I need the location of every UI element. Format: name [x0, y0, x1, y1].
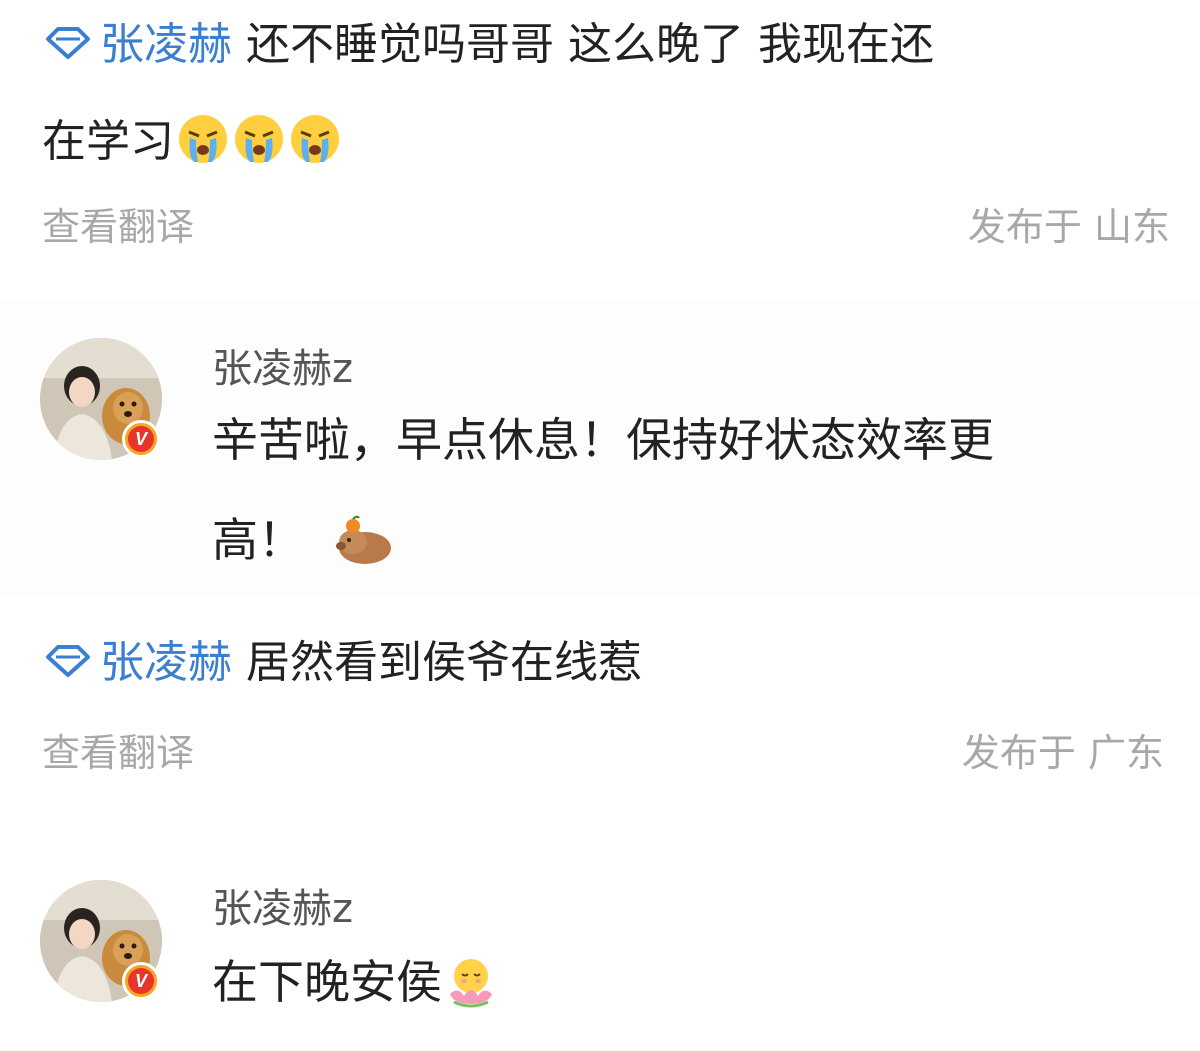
crying-emoji [235, 115, 283, 163]
comment-location: 发布于 山东 [967, 205, 1170, 249]
comment-text: 在学习 [42, 116, 174, 167]
diamond-icon [46, 27, 90, 59]
translate-link[interactable]: 查看翻译 [42, 722, 194, 777]
reply-author-name[interactable]: 张凌赫z [212, 876, 353, 934]
capybara-emoji [335, 515, 391, 564]
verified-badge: V [122, 962, 160, 1000]
reply-text: 高！ [212, 513, 304, 567]
reply-text-line-1: 在下晚安侯 [212, 954, 498, 1008]
crying-emoji [291, 115, 339, 163]
reply-text: 在下晚安侯 [212, 955, 442, 1009]
verified-badge-letter: V [128, 968, 154, 994]
comment-author[interactable]: 张凌赫 [100, 637, 232, 688]
verified-badge: V [122, 420, 160, 458]
comment-text: 还不睡觉吗哥哥 这么晚了 我现在还 [246, 19, 934, 70]
comment-1-line-1: 张凌赫 还不睡觉吗哥哥 这么晚了 我现在还 [42, 18, 934, 72]
comment-location: 发布于 广东 [961, 731, 1164, 775]
reply-author-name[interactable]: 张凌赫z [212, 336, 353, 394]
lotus-emoji [450, 959, 492, 1008]
diamond-icon [46, 645, 90, 677]
translate-link[interactable]: 查看翻译 [42, 196, 194, 251]
verified-badge-letter: V [128, 426, 154, 452]
crying-emoji [179, 115, 227, 163]
comment-author[interactable]: 张凌赫 [100, 19, 232, 70]
reply-text: 辛苦啦，早点休息！保持好状态效率更 [212, 413, 994, 467]
comment-2-line-1: 张凌赫 居然看到侯爷在线惹 [42, 636, 642, 690]
reply-text-line-2: 高！ [212, 512, 395, 566]
comment-text: 居然看到侯爷在线惹 [246, 637, 642, 688]
comment-1-line-2: 在学习 [42, 112, 342, 169]
